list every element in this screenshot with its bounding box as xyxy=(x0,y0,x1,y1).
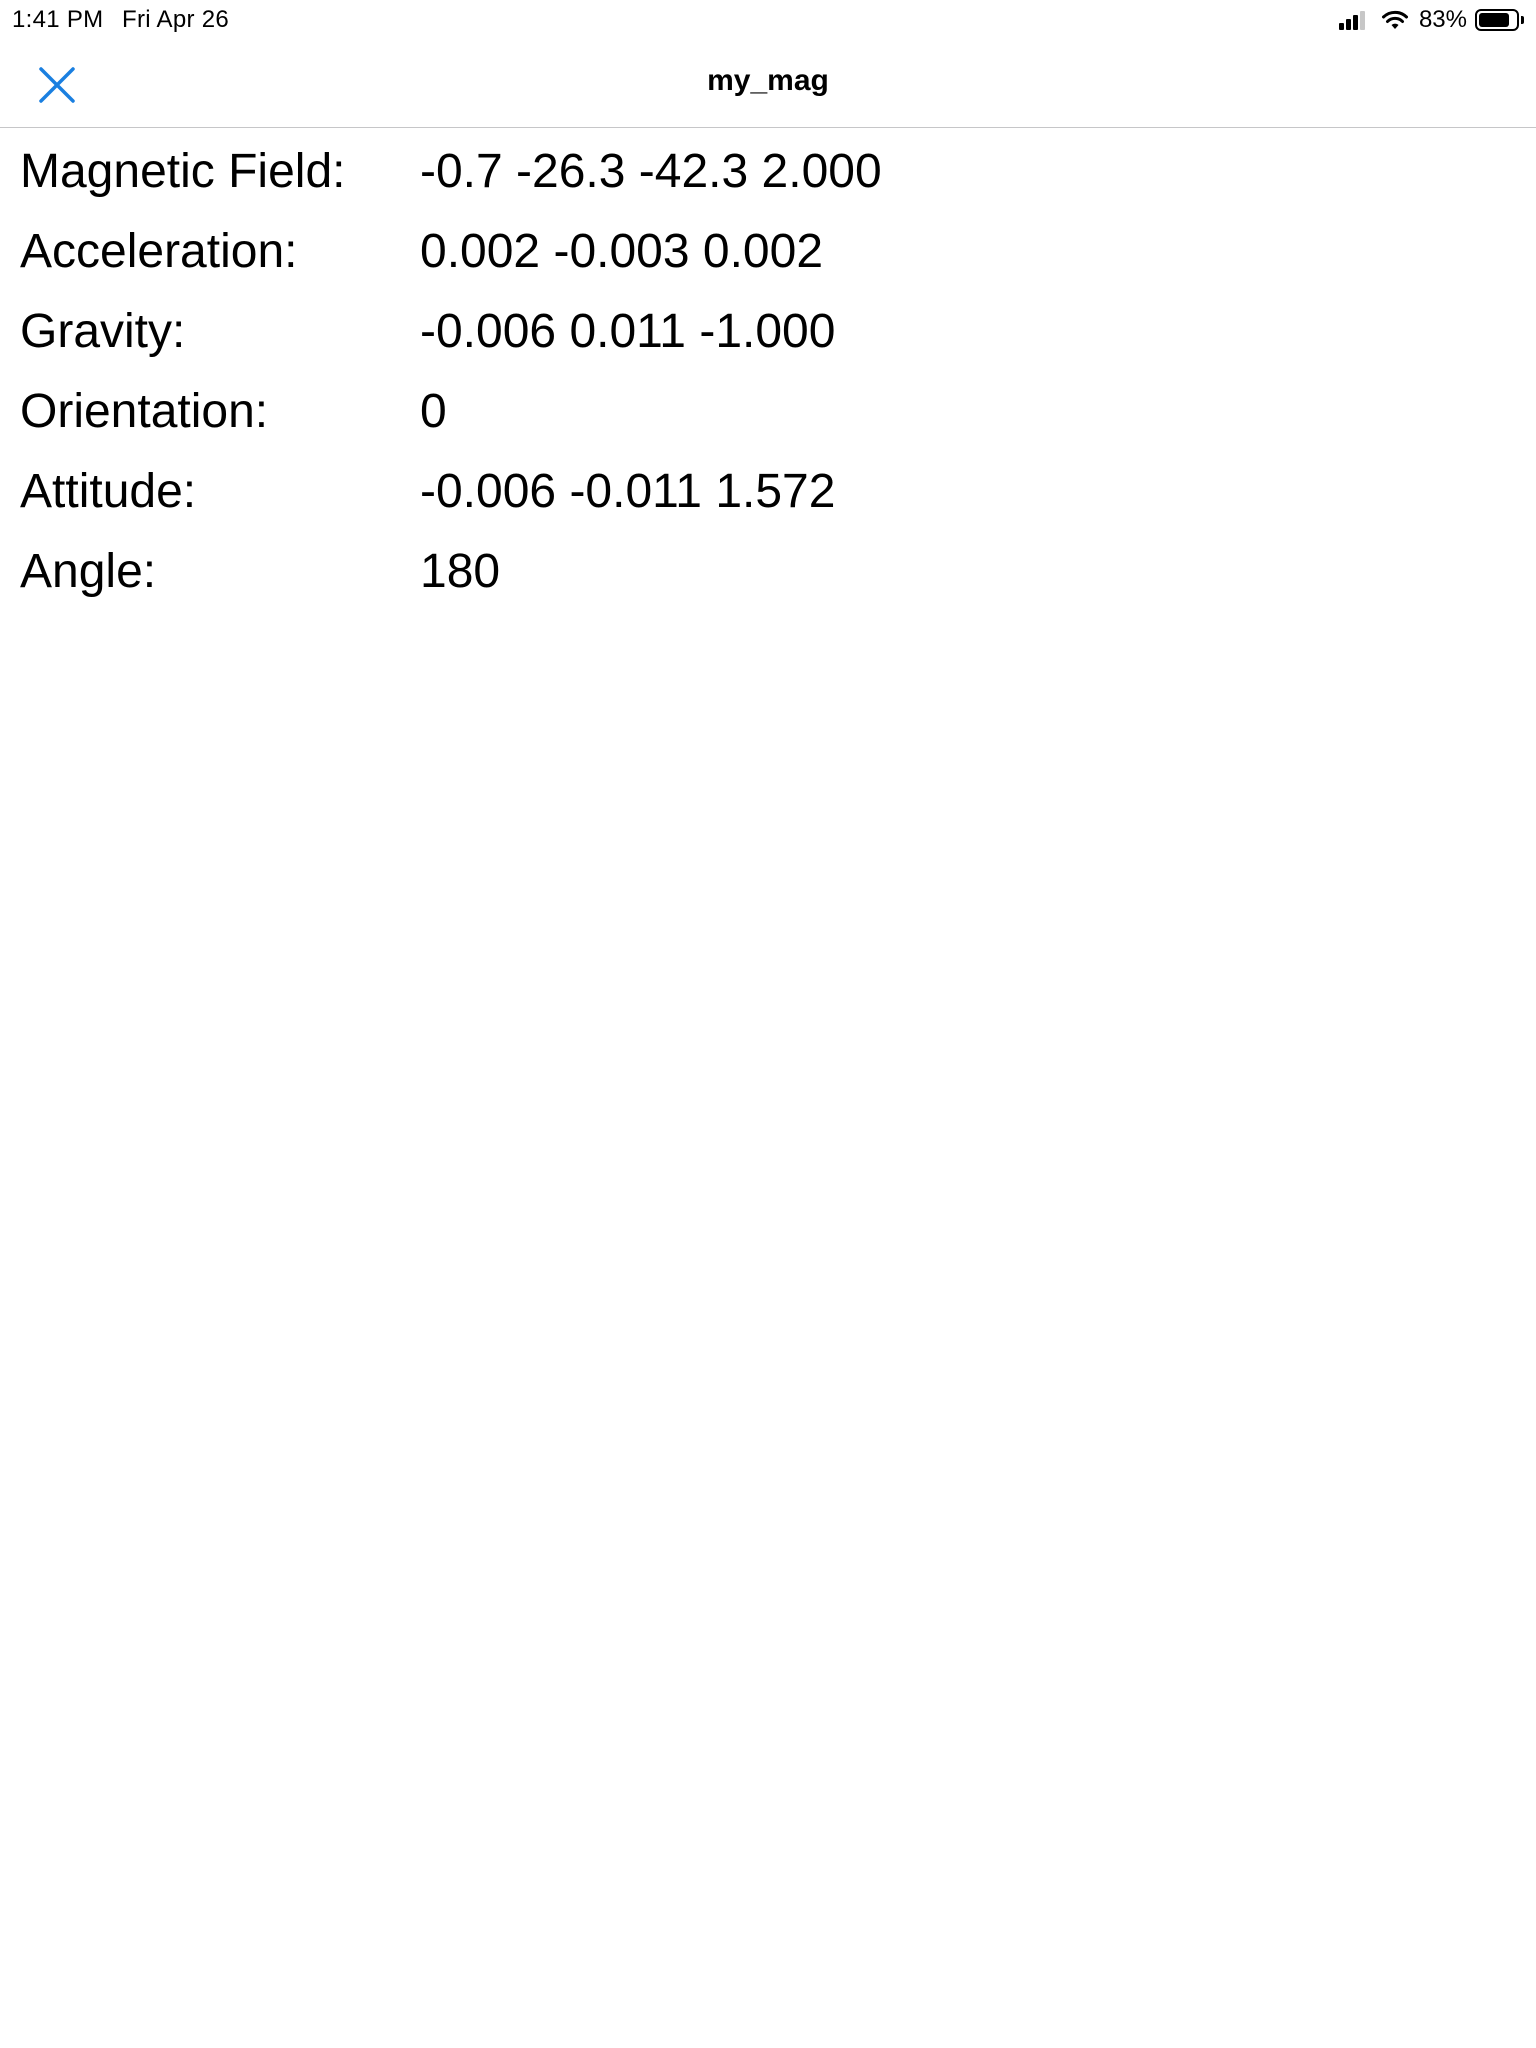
battery-icon xyxy=(1475,9,1519,31)
reading-label: Angle: xyxy=(20,545,157,598)
status-indicators: 83% xyxy=(1338,6,1524,34)
battery-tip xyxy=(1521,16,1524,24)
reading-label: Acceleration: xyxy=(20,225,298,278)
readings-list: Magnetic Field: -0.7 -26.3 -42.3 2.000 A… xyxy=(0,128,1536,608)
reading-value: -0.7 -26.3 -42.3 2.000 xyxy=(420,145,882,198)
page-title: my_mag xyxy=(707,64,829,97)
reading-value: 0 xyxy=(420,385,447,438)
reading-row-magnetic-field: Magnetic Field: -0.7 -26.3 -42.3 2.000 xyxy=(0,128,1536,208)
reading-label: Magnetic Field: xyxy=(20,145,346,198)
signal-icon xyxy=(1338,10,1367,30)
reading-row-acceleration: Acceleration: 0.002 -0.003 0.002 xyxy=(0,208,1536,288)
reading-label: Attitude: xyxy=(20,465,197,518)
battery-percent: 83% xyxy=(1418,6,1467,33)
status-date: Fri Apr 26 xyxy=(122,6,230,33)
status-time: 1:41 PM xyxy=(12,6,104,33)
reading-row-attitude: Attitude: -0.006 -0.011 1.572 xyxy=(0,448,1536,528)
reading-value: 0.002 -0.003 0.002 xyxy=(420,225,824,278)
wifi-icon xyxy=(1381,10,1408,29)
reading-value: -0.006 -0.011 1.572 xyxy=(420,465,836,518)
battery-fill xyxy=(1479,13,1509,27)
reading-value: -0.006 0.011 -1.000 xyxy=(420,305,836,358)
reading-label: Orientation: xyxy=(20,385,269,438)
reading-row-orientation: Orientation: 0 xyxy=(0,368,1536,448)
status-bar: 1:41 PM Fri Apr 26 83% xyxy=(0,0,1536,40)
reading-value: 180 xyxy=(420,545,501,598)
reading-label: Gravity: xyxy=(20,305,186,358)
nav-bar: my_mag xyxy=(0,40,1536,128)
reading-row-gravity: Gravity: -0.006 0.011 -1.000 xyxy=(0,288,1536,368)
reading-row-angle: Angle: 180 xyxy=(0,528,1536,608)
